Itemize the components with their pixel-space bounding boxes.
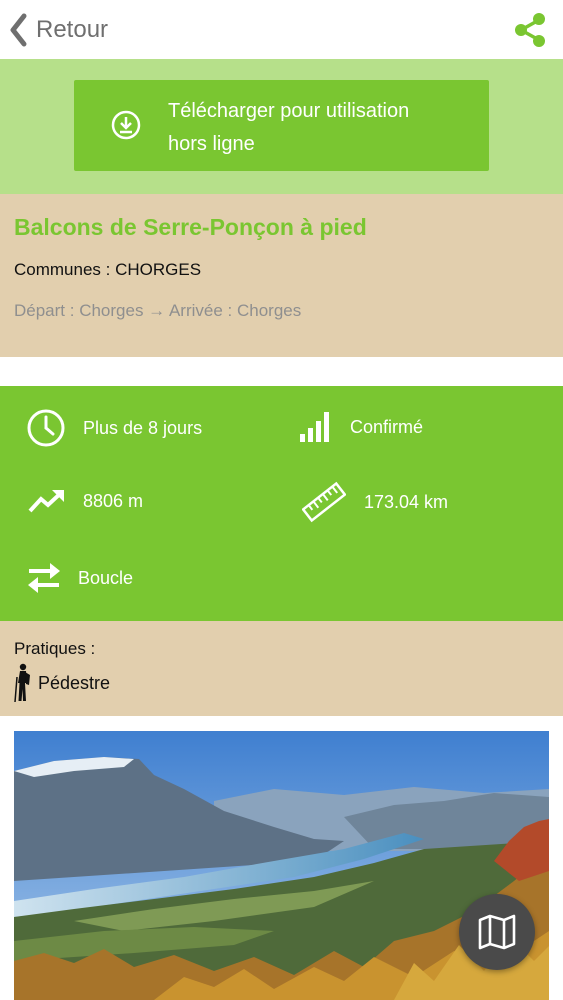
- map-button[interactable]: [459, 894, 535, 970]
- stat-duration-value: Plus de 8 jours: [83, 417, 203, 438]
- download-label-line1: Télécharger pour utilisation: [168, 100, 410, 122]
- difficulty-bars-icon: [300, 412, 329, 442]
- practice-item-label: Pédestre: [38, 672, 111, 693]
- download-section: Télécharger pour utilisation hors ligne: [0, 59, 563, 194]
- stat-distance: 173.04 km: [302, 480, 448, 524]
- stat-elevation-value: 8806 m: [83, 490, 144, 511]
- stat-duration: Plus de 8 jours: [26, 408, 202, 448]
- chevron-left-icon: [10, 13, 27, 47]
- landscape-image: [14, 731, 549, 1000]
- trending-up-icon: [28, 490, 64, 513]
- stat-route-type: Boucle: [26, 562, 133, 594]
- back-label: Retour: [36, 16, 109, 43]
- trail-info: Balcons de Serre-Ponçon à pied Communes …: [0, 194, 563, 357]
- stat-distance-value: 173.04 km: [364, 491, 449, 512]
- share-icon: [515, 13, 545, 47]
- trail-photo: [14, 731, 549, 1000]
- trail-communes: Communes : CHORGES: [14, 260, 202, 279]
- trail-route: Départ : Chorges → Arrivée : Chorges: [14, 301, 302, 320]
- stat-route-type-value: Boucle: [78, 567, 134, 588]
- practices-section: Pratiques : Pédestre: [0, 621, 563, 716]
- practices-label: Pratiques :: [14, 639, 96, 658]
- loop-arrows-icon: [28, 563, 60, 593]
- download-label-line2: hors ligne: [168, 133, 255, 155]
- download-label: Télécharger pour utilisation hors ligne: [168, 95, 468, 161]
- share-button[interactable]: [513, 12, 547, 53]
- practice-item-pedestrian: Pédestre: [14, 663, 110, 703]
- back-button[interactable]: Retour: [8, 10, 108, 50]
- download-offline-button[interactable]: Télécharger pour utilisation hors ligne: [74, 80, 489, 171]
- stat-difficulty-value: Confirmé: [350, 416, 424, 437]
- stat-elevation: 8806 m: [28, 488, 143, 514]
- trail-stats: Plus de 8 jours Confirmé 8806 m 173.04 k…: [0, 386, 563, 621]
- top-bar: Retour: [0, 0, 563, 59]
- stat-difficulty: Confirmé: [300, 412, 423, 442]
- map-icon: [478, 914, 516, 950]
- hiker-icon: [14, 663, 30, 703]
- clock-icon: [27, 409, 65, 447]
- download-icon: [111, 110, 141, 140]
- trail-title: Balcons de Serre-Ponçon à pied: [14, 214, 367, 240]
- ruler-icon: [302, 481, 346, 523]
